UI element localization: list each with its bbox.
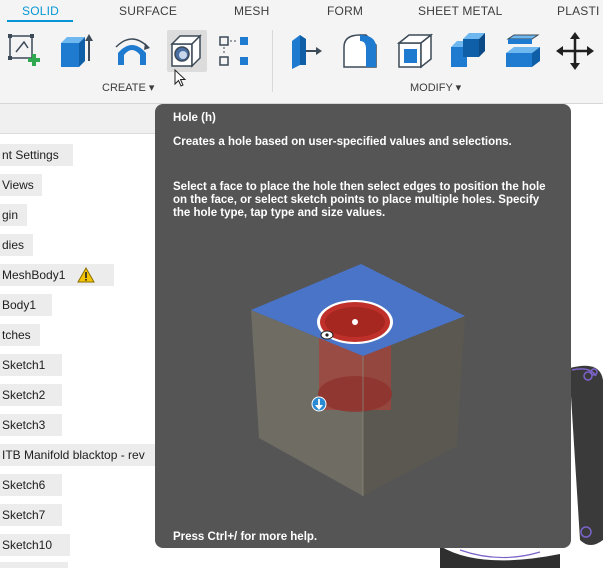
extrude-button[interactable] — [55, 30, 95, 72]
replace-face-icon — [506, 34, 540, 67]
node-label: Sketch3 — [2, 418, 46, 432]
hole-tooltip: Hole (h) Creates a hole based on user-sp… — [155, 104, 571, 548]
extrude-icon — [61, 34, 93, 67]
tooltip-description: Creates a hole based on user-specified v… — [173, 136, 512, 148]
tab-form[interactable]: FORM — [327, 4, 363, 18]
browser-node-sketch10[interactable]: Sketch10 — [0, 534, 70, 556]
browser-node-partial[interactable] — [0, 562, 68, 568]
active-tab-indicator — [7, 20, 73, 22]
revolve-button[interactable] — [112, 30, 152, 72]
node-label: gin — [2, 208, 19, 222]
node-label: Body1 — [2, 298, 37, 312]
browser-node-sketches[interactable]: tches — [0, 324, 40, 346]
tab-sheet-metal[interactable]: SHEET METAL — [418, 4, 502, 18]
create-menu[interactable]: CREATE ▾ — [102, 81, 154, 94]
move-button[interactable] — [555, 30, 595, 72]
create-sketch-icon — [8, 34, 40, 66]
revolve-icon — [115, 38, 150, 65]
move-icon — [556, 32, 594, 70]
node-label: Sketch1 — [2, 358, 46, 372]
browser-node-sketch7[interactable]: Sketch7 — [0, 504, 62, 526]
group-separator — [272, 30, 273, 92]
tab-surface[interactable]: SURFACE — [119, 4, 177, 18]
pattern-icon — [219, 36, 248, 66]
shell-icon — [396, 33, 434, 69]
node-label: Sketch10 — [2, 538, 53, 552]
press-pull-icon — [292, 35, 322, 69]
modify-menu[interactable]: MODIFY ▾ — [410, 81, 461, 94]
toolbar-ribbon: SOLID SURFACE MESH FORM SHEET METAL PLAS… — [0, 0, 603, 104]
browser-node-sketch3[interactable]: Sketch3 — [0, 414, 62, 436]
node-label: Sketch2 — [2, 388, 46, 402]
node-label: Sketch7 — [2, 508, 46, 522]
hole-illustration — [251, 264, 465, 496]
node-label: MeshBody1 — [2, 268, 66, 282]
combine-icon — [451, 33, 485, 67]
fillet-icon — [343, 34, 377, 68]
press-pull-button[interactable] — [284, 30, 324, 72]
browser-tree: nt Settings Views gin dies MeshBody1 Bod… — [0, 134, 160, 568]
tooltip-instructions: Select a face to place the hole then sel… — [173, 181, 546, 219]
browser-node-sketch2[interactable]: Sketch2 — [0, 384, 62, 406]
browser-node-bodies[interactable]: dies — [0, 234, 33, 256]
node-label: Views — [2, 178, 34, 192]
node-label: dies — [2, 238, 25, 252]
warning-icon — [76, 266, 95, 283]
combine-button[interactable] — [447, 30, 487, 72]
app-window: SOLID SURFACE MESH FORM SHEET METAL PLAS… — [0, 0, 603, 568]
browser-node-views[interactable]: Views — [0, 174, 42, 196]
browser-node-sketch1[interactable]: Sketch1 — [0, 354, 62, 376]
shell-button[interactable] — [395, 30, 435, 72]
tooltip-footer: Press Ctrl+/ for more help. — [173, 531, 318, 543]
browser-node-origin[interactable]: gin — [0, 204, 27, 226]
create-sketch-button[interactable] — [4, 30, 44, 72]
ribbon-tabs: SOLID SURFACE MESH FORM SHEET METAL PLAS… — [0, 0, 603, 22]
node-label: nt Settings — [2, 148, 59, 162]
browser-node-sketch6[interactable]: Sketch6 — [0, 474, 62, 496]
tooltip-title: Hole (h) — [173, 112, 216, 124]
tab-plastic[interactable]: PLASTI — [557, 4, 600, 18]
browser-node-meshbody1[interactable]: MeshBody1 — [0, 264, 114, 286]
browser-node-body1[interactable]: Body1 — [0, 294, 52, 316]
browser-header — [0, 104, 160, 134]
mouse-pointer-icon — [174, 69, 187, 87]
tab-mesh[interactable]: MESH — [234, 4, 269, 18]
hole-icon — [170, 34, 202, 68]
replace-face-button[interactable] — [502, 30, 542, 72]
node-label: Sketch6 — [2, 478, 46, 492]
fillet-button[interactable] — [340, 30, 380, 72]
tab-solid[interactable]: SOLID — [22, 4, 59, 18]
browser-node-settings[interactable]: nt Settings — [0, 144, 73, 166]
node-label: tches — [2, 328, 31, 342]
pattern-button[interactable] — [214, 30, 254, 72]
node-label: ITB Manifold blacktop - rev — [2, 448, 145, 462]
hole-button[interactable] — [167, 30, 207, 72]
browser-node-itb-manifold[interactable]: ITB Manifold blacktop - rev — [0, 444, 160, 466]
